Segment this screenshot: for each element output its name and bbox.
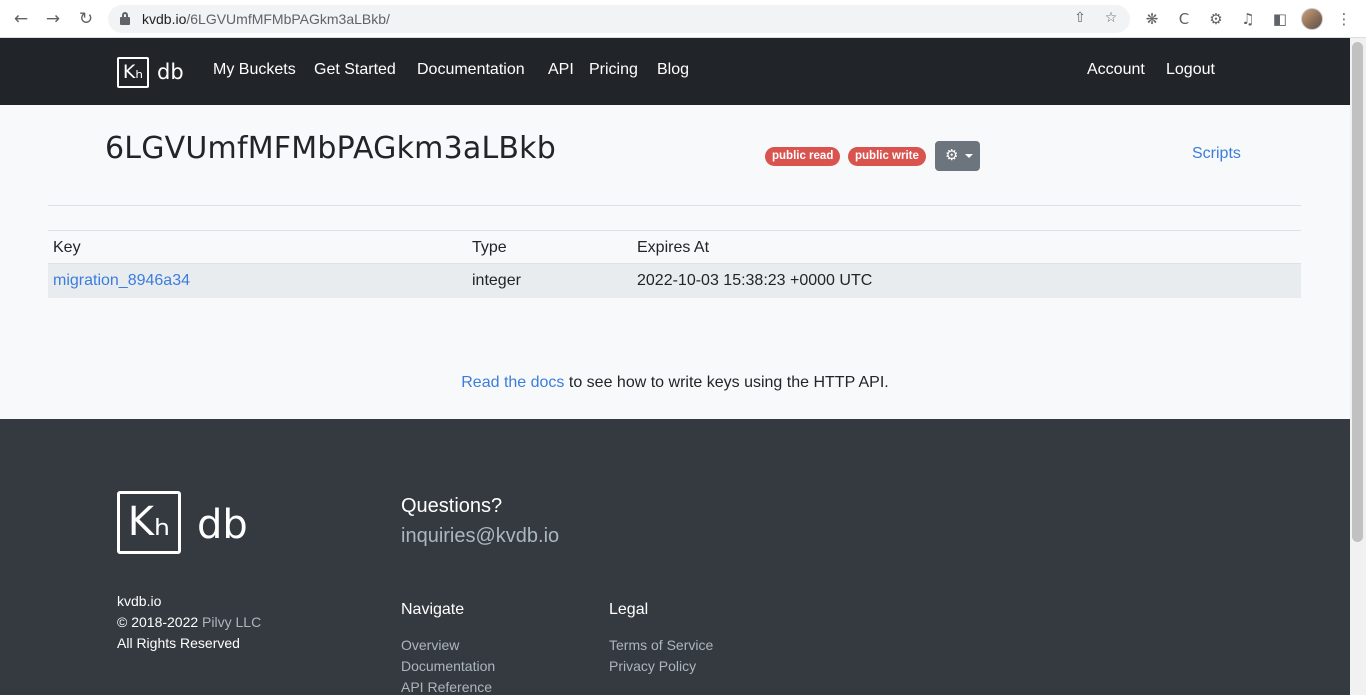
footer-link-overview[interactable]: Overview <box>401 637 459 653</box>
main-content: 6LGVUmfMFMbPAGkm3aLBkb public read publi… <box>0 105 1350 419</box>
nav-blog[interactable]: Blog <box>657 61 689 79</box>
gear-icon: ⚙ <box>945 146 959 164</box>
header-key: Key <box>53 239 81 256</box>
site-footer: Kₕ db kvdb.io © 2018-2022 Pilvy LLC All … <box>0 419 1350 695</box>
footer-logo-db-text: db <box>197 502 248 548</box>
media-queue-icon[interactable]: ♫ <box>1238 9 1258 29</box>
nav-get-started[interactable]: Get Started <box>314 61 396 79</box>
page-title: 6LGVUmfMFMbPAGkm3aLBkb <box>105 131 556 166</box>
menu-kebab-icon[interactable]: ⋮ <box>1334 9 1354 29</box>
footer-link-privacy[interactable]: Privacy Policy <box>609 658 696 674</box>
url-text[interactable]: kvdb.io/6LGVUmfMFMbPAGkm3aLBkb/ <box>142 11 390 27</box>
key-type: integer <box>472 272 521 289</box>
star-icon[interactable]: ☆ <box>1102 10 1120 26</box>
puzzle-icon[interactable]: ⚙ <box>1206 9 1226 29</box>
browser-toolbar: ← → ↻ kvdb.io/6LGVUmfMFMbPAGkm3aLBkb/ ⇧ … <box>0 0 1366 38</box>
lock-icon[interactable] <box>120 12 130 25</box>
header-type: Type <box>472 239 507 256</box>
footer-rights: All Rights Reserved <box>117 635 240 651</box>
table-header: Key Type Expires At <box>48 230 1301 264</box>
address-bar[interactable]: kvdb.io/6LGVUmfMFMbPAGkm3aLBkb/ ⇧ ☆ <box>108 5 1130 33</box>
extension-c-icon[interactable]: C <box>1174 9 1194 29</box>
logo-db-text[interactable]: db <box>157 58 184 86</box>
nav-my-buckets[interactable]: My Buckets <box>213 61 296 79</box>
settings-dropdown-button[interactable]: ⚙ <box>935 141 980 171</box>
header-expires-at: Expires At <box>637 239 710 256</box>
footer-kvdb-logo-icon: Kₕ <box>117 491 181 554</box>
site-navbar: Kₕ db My Buckets Get Started Documentati… <box>0 38 1350 105</box>
kvdb-logo-icon[interactable]: Kₕ <box>117 57 149 88</box>
company-link[interactable]: Pilvy LLC <box>202 614 261 630</box>
read-docs-link[interactable]: Read the docs <box>461 374 564 391</box>
scrollbar-thumb[interactable] <box>1352 42 1363 542</box>
share-icon[interactable]: ⇧ <box>1071 10 1089 26</box>
footer-link-api-reference[interactable]: API Reference <box>401 679 492 695</box>
side-panel-icon[interactable]: ◧ <box>1270 9 1290 29</box>
back-arrow-icon[interactable]: ← <box>11 9 31 29</box>
nav-documentation[interactable]: Documentation <box>417 61 525 79</box>
legal-heading: Legal <box>609 601 649 618</box>
nav-api[interactable]: API <box>548 61 574 79</box>
caret-down-icon <box>965 154 973 158</box>
navigate-heading: Navigate <box>401 601 465 618</box>
scripts-link[interactable]: Scripts <box>1192 145 1241 163</box>
public-read-badge: public read <box>765 147 841 166</box>
nav-pricing[interactable]: Pricing <box>589 61 638 79</box>
footer-site-name: kvdb.io <box>117 593 162 609</box>
footer-link-documentation[interactable]: Documentation <box>401 658 495 674</box>
key-link[interactable]: migration_8946a34 <box>53 272 190 290</box>
nav-logout[interactable]: Logout <box>1166 61 1215 79</box>
questions-heading: Questions? <box>401 495 503 517</box>
forward-arrow-icon[interactable]: → <box>43 9 63 29</box>
reload-icon[interactable]: ↻ <box>76 9 96 29</box>
docs-hint: Read the docs to see how to write keys u… <box>0 374 1350 392</box>
nav-account[interactable]: Account <box>1087 61 1145 79</box>
email-link[interactable]: inquiries@kvdb.io <box>401 525 559 548</box>
public-write-badge: public write <box>848 147 926 166</box>
divider <box>48 205 1301 206</box>
table-row: migration_8946a34 integer 2022-10-03 15:… <box>48 264 1301 298</box>
docs-hint-text: to see how to write keys using the HTTP … <box>568 374 889 391</box>
key-expires-at: 2022-10-03 15:38:23 +0000 UTC <box>637 272 873 289</box>
profile-avatar[interactable] <box>1301 8 1323 30</box>
footer-link-terms[interactable]: Terms of Service <box>609 637 713 653</box>
extension-bug-icon[interactable]: ❋ <box>1142 9 1162 29</box>
footer-copyright: © 2018-2022 Pilvy LLC <box>117 614 262 630</box>
